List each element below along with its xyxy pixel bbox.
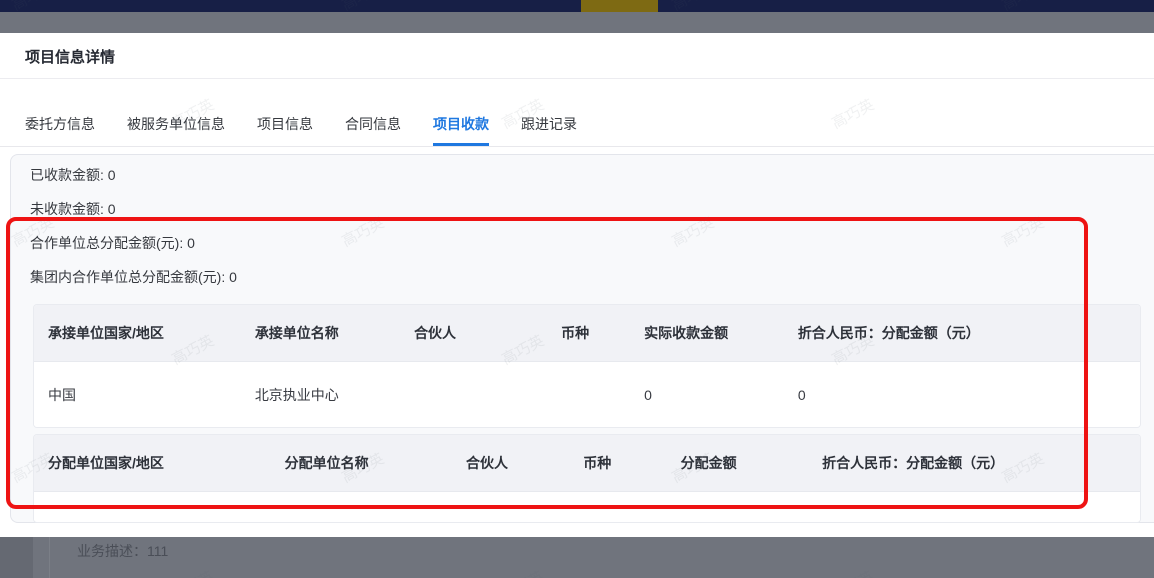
header-cell: 合伙人: [466, 455, 509, 471]
table-row: 中国 北京执业中心 0 0: [34, 362, 1140, 427]
topbar-active-nav-button[interactable]: [581, 0, 658, 12]
tabs-divider: [0, 146, 1154, 147]
screen: 项目信息详情 委托方信息 被服务单位信息 项目信息 合同信息 项目收款 跟进记录 已收款金…: [0, 0, 1154, 578]
header-cell: 分配单位名称: [284, 455, 369, 471]
header-cell: 分配单位国家/地区: [48, 455, 164, 471]
page-title: 项目信息详情: [25, 49, 116, 66]
header-cell: 合伙人: [414, 325, 457, 341]
background-left-column: [0, 537, 33, 578]
body-cell: [547, 362, 630, 427]
table-empty-row: [34, 492, 1140, 522]
header-cell: 分配金额: [680, 455, 737, 471]
tab-client-info[interactable]: 委托方信息: [25, 105, 95, 146]
background-field-text: 业务描述：111: [77, 543, 169, 559]
modal-mask-top[interactable]: [0, 12, 1154, 33]
header-cell: 币种: [583, 455, 612, 471]
table-header-row: 分配单位国家/地区 分配单位名称 合伙人 币种 分配金额 折合人民币：分配金额（元）: [34, 435, 1140, 492]
header-cell: 折合人民币：分配金额（元）: [797, 325, 980, 341]
header-cell: 承接单位名称: [254, 325, 339, 341]
modal-mask-bottom[interactable]: 业务描述：111: [0, 537, 1154, 578]
tab-served-unit-info[interactable]: 被服务单位信息: [127, 105, 225, 146]
table-header-row: 承接单位国家/地区 承接单位名称 合伙人 币种 实际收款金额 折合人民币：分配金额（元）: [34, 305, 1140, 362]
header-cell: 实际收款金额: [644, 325, 729, 341]
app-topbar: [0, 0, 1154, 12]
project-detail-modal: 项目信息详情 委托方信息 被服务单位信息 项目信息 合同信息 项目收款 跟进记录 已收款金…: [0, 33, 1154, 537]
header-cell: 币种: [561, 325, 590, 341]
receipts-content-panel: 已收款金额: 0 未收款金额: 0 合作单位总分配金额(元): 0 集团内合作单位总…: [10, 154, 1154, 523]
tab-bar: 委托方信息 被服务单位信息 项目信息 合同信息 项目收款 跟进记录: [25, 105, 577, 146]
body-cell: 中国: [48, 386, 76, 403]
tab-contract-info[interactable]: 合同信息: [345, 105, 401, 146]
undertaking-units-table: 承接单位国家/地区 承接单位名称 合伙人 币种 实际收款金额 折合人民币：分配金额（元） 中…: [33, 304, 1141, 428]
allocation-total-line: 合作单位总分配金额(元): 0: [30, 235, 195, 251]
tab-project-info[interactable]: 项目信息: [257, 105, 313, 146]
allocation-units-table: 分配单位国家/地区 分配单位名称 合伙人 币种 分配金额 折合人民币：分配金额（元）: [33, 434, 1141, 523]
body-cell: 0: [797, 386, 806, 403]
header-cell: 承接单位国家/地区: [48, 325, 164, 341]
title-divider: [0, 78, 1154, 79]
summary-line: 已收款金额: 0: [30, 167, 116, 183]
body-cell: 北京执业中心: [254, 386, 339, 403]
body-cell: [400, 362, 547, 427]
background-card-border: [49, 537, 50, 578]
allocation-total-line: 集团内合作单位总分配金额(元): 0: [30, 269, 237, 285]
header-cell: 折合人民币：分配金额（元）: [822, 455, 1005, 471]
tab-follow-up-records[interactable]: 跟进记录: [521, 105, 577, 146]
summary-line: 未收款金额: 0: [30, 201, 116, 217]
tab-project-receipts[interactable]: 项目收款: [433, 105, 489, 146]
body-cell: 0: [644, 386, 652, 403]
